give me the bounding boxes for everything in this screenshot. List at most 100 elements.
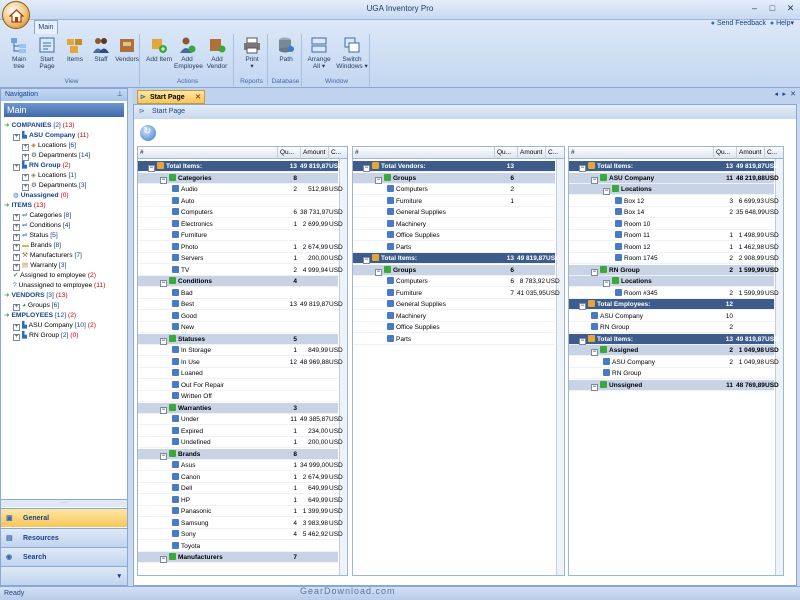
table-row[interactable]: Furniture 7 41 035,95 USD [353, 288, 560, 299]
expand-icon[interactable]: + [13, 304, 20, 311]
expand-icon[interactable]: + [13, 334, 20, 341]
table-row[interactable]: ASU Company 10 [569, 311, 774, 322]
table-row[interactable]: TV 2 4 999,94 USD [138, 265, 343, 276]
nav-tree-item[interactable]: + ⇌ Status [5] [13, 231, 58, 241]
nav-tree-item[interactable]: ? Unassigned to employee (11) [13, 281, 105, 291]
help-menu[interactable]: Help [776, 20, 790, 27]
total-row[interactable]: − Total Items: 13 49 819,87 USD [138, 161, 343, 172]
collapse-icon[interactable]: − [363, 165, 370, 172]
expand-icon[interactable]: + [22, 184, 29, 191]
table-row[interactable]: Out For Repair [138, 380, 338, 391]
switch-windows-button[interactable]: Switch Windows ▾ [336, 36, 368, 76]
expand-icon[interactable]: + [13, 214, 20, 221]
total-row[interactable]: − Total Vendors: 13 [353, 161, 555, 172]
column-header[interactable]: # [353, 147, 359, 159]
nav-button-general[interactable]: ▣ General [1, 508, 127, 527]
nav-tree-item[interactable]: ➜ VENDORS [3] (13) [4, 291, 68, 301]
column-header[interactable]: Amount [300, 147, 325, 159]
table-row[interactable]: Bad [138, 288, 338, 299]
vertical-scrollbar[interactable] [556, 159, 564, 575]
collapse-icon[interactable]: − [579, 165, 586, 172]
table-row[interactable]: Box 12 3 6 699,93 USD [569, 196, 779, 207]
table-row[interactable]: General Supplies [353, 207, 555, 218]
group-row[interactable]: − Warranties 3 [138, 402, 338, 414]
group-row[interactable]: − RN Group 2 1 599,99 USD [569, 264, 779, 276]
table-row[interactable]: Electronics 1 2 699,99 USD [138, 219, 343, 230]
table-row[interactable]: Parts [353, 242, 555, 253]
expand-icon[interactable]: + [13, 264, 20, 271]
table-row[interactable]: New [138, 322, 338, 333]
table-row[interactable]: HP 1 649,99 USD [138, 495, 343, 506]
vendors-button[interactable]: Vendors [114, 36, 140, 76]
nav-tree-item[interactable]: + ⇌ Conditions [4] [13, 221, 70, 231]
table-row[interactable]: Box 14 2 35 648,99 USD [569, 207, 779, 218]
column-header[interactable]: Amount [517, 147, 542, 159]
expand-icon[interactable]: + [13, 164, 20, 171]
expand-icon[interactable]: + [13, 134, 20, 141]
table-row[interactable]: Room 1745 2 2 908,99 USD [569, 253, 779, 264]
tab-start-page[interactable]: ⊳ Start Page ✕ [137, 90, 205, 104]
collapse-icon[interactable]: − [160, 452, 167, 460]
table-row[interactable]: Canon 1 2 674,99 USD [138, 472, 343, 483]
table-row[interactable]: Panasonic 1 1 399,99 USD [138, 506, 343, 517]
group-row[interactable]: − Groups 6 [353, 172, 555, 184]
collapse-icon[interactable]: − [160, 556, 167, 563]
group-row[interactable]: − Assigned 2 1 049,98 USD [569, 345, 779, 356]
table-row[interactable]: In Storage 1 849,99 USD [138, 345, 343, 356]
table-row[interactable]: General Supplies [353, 299, 555, 310]
table-row[interactable]: Dell 1 649,99 USD [138, 483, 343, 494]
path-button[interactable]: Path [273, 36, 299, 76]
table-row[interactable]: Audio 2 512,98 USD [138, 184, 343, 195]
start-page-button[interactable]: Start Page [34, 36, 60, 76]
nav-tree-item[interactable]: + ◈ Locations [6] [22, 141, 76, 151]
nav-overflow[interactable]: ▾ [1, 566, 127, 585]
app-menu-button[interactable] [2, 1, 30, 29]
table-row[interactable]: Machinery [353, 311, 555, 322]
staff-button[interactable]: Staff [88, 36, 114, 76]
table-row[interactable]: Room 10 [569, 219, 774, 230]
table-row[interactable]: In Use 12 48 969,88 USD [138, 357, 343, 368]
close-icon[interactable]: ✕ [195, 91, 201, 104]
collapse-icon[interactable]: − [160, 337, 167, 345]
nav-tree-item[interactable]: ➜ COMPANIES [2] (13) [4, 121, 75, 131]
table-row[interactable]: Office Supplies [353, 230, 555, 241]
collapse-icon[interactable]: − [160, 406, 167, 414]
send-feedback-link[interactable]: Send Feedback [717, 20, 766, 27]
group-row[interactable]: − Unssigned 11 48 769,89 USD [569, 379, 779, 391]
total-row[interactable]: − Total Items: 13 49 819,87 USD [569, 333, 779, 345]
expand-icon[interactable]: + [13, 244, 20, 251]
group-row[interactable]: − Locations [569, 276, 774, 287]
group-row[interactable]: − Manufacturers 7 [138, 552, 338, 563]
main-tree-button[interactable]: Main tree [6, 36, 32, 76]
arrange-all-button[interactable]: Arrange All ▾ [306, 36, 332, 76]
table-row[interactable]: Room 11 1 1 498,99 USD [569, 230, 779, 241]
nav-tree-item[interactable]: ✔ Assigned to employee (2) [13, 271, 96, 281]
pin-icon[interactable]: ⊥ [117, 89, 123, 101]
table-row[interactable]: Under 11 49 385,87 USD [138, 414, 343, 425]
nav-button-resources[interactable]: ▤ Resources [1, 528, 127, 547]
table-row[interactable]: Computers 6 8 783,92 USD [353, 276, 560, 287]
expand-icon[interactable]: + [13, 254, 20, 261]
column-header[interactable]: # [569, 147, 575, 159]
total-row[interactable]: − Total Items: 13 49 819,87 USD [353, 253, 560, 264]
group-row[interactable]: − Categories 8 [138, 172, 338, 184]
collapse-icon[interactable]: − [591, 349, 598, 356]
column-header[interactable]: Amount [736, 147, 761, 159]
column-header[interactable]: C... [328, 147, 341, 159]
column-header[interactable]: C... [545, 147, 558, 159]
nav-tree-item[interactable]: + ▤ Warranty [3] [13, 261, 66, 271]
nav-tree-item[interactable]: + ⚒ Manufacturers [7] [13, 251, 82, 261]
tab-main[interactable]: Main [34, 20, 58, 34]
collapse-icon[interactable]: − [591, 383, 598, 391]
column-header[interactable]: Qu... [494, 147, 511, 159]
collapse-icon[interactable]: − [375, 268, 382, 276]
table-row[interactable]: Sony 4 5 462,92 USD [138, 529, 343, 540]
table-row[interactable]: Machinery [353, 219, 555, 230]
add-vendor-button[interactable]: Add Vendor [204, 36, 230, 76]
table-row[interactable]: Toyota [138, 541, 338, 552]
table-row[interactable]: Furniture [138, 230, 338, 241]
tab-scroll-right[interactable]: ▸ [782, 90, 786, 98]
table-row[interactable]: Loaned [138, 368, 338, 379]
expand-icon[interactable]: + [22, 144, 29, 151]
group-row[interactable]: − Groups 6 [353, 264, 555, 276]
